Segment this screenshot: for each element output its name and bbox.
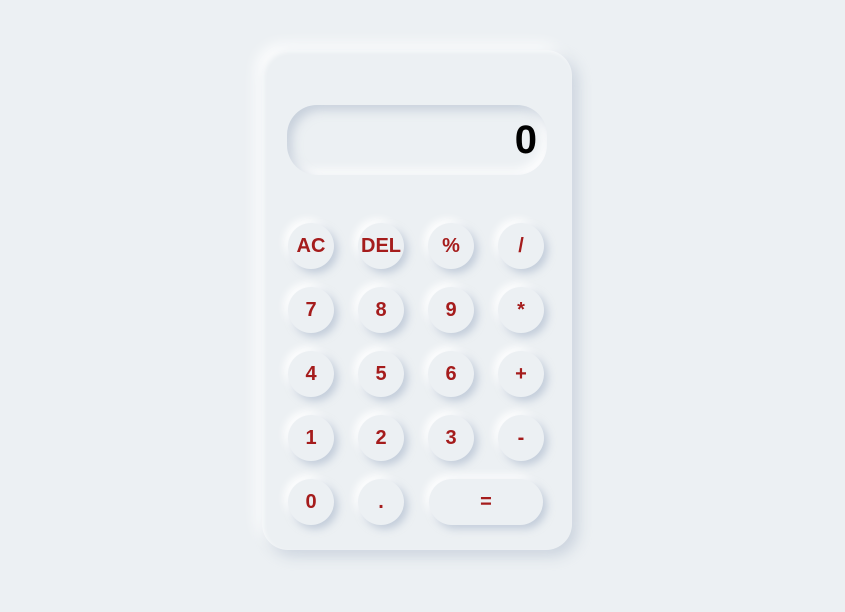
- all-clear-button[interactable]: AC: [288, 223, 334, 269]
- digit-7-button[interactable]: 7: [288, 287, 334, 333]
- calculator-body: 0 AC DEL % / 7 8 9 * 4 5 6 + 1 2 3 - 0 .…: [262, 50, 572, 550]
- calculator-display: 0: [287, 105, 547, 175]
- divide-button[interactable]: /: [498, 223, 544, 269]
- multiply-button[interactable]: *: [498, 287, 544, 333]
- decimal-button[interactable]: .: [358, 479, 404, 525]
- digit-1-button[interactable]: 1: [288, 415, 334, 461]
- digit-0-button[interactable]: 0: [288, 479, 334, 525]
- digit-9-button[interactable]: 9: [428, 287, 474, 333]
- minus-button[interactable]: -: [498, 415, 544, 461]
- equals-button[interactable]: =: [429, 479, 543, 525]
- plus-button[interactable]: +: [498, 351, 544, 397]
- digit-3-button[interactable]: 3: [428, 415, 474, 461]
- digit-4-button[interactable]: 4: [288, 351, 334, 397]
- display-value: 0: [514, 117, 537, 162]
- digit-5-button[interactable]: 5: [358, 351, 404, 397]
- digit-6-button[interactable]: 6: [428, 351, 474, 397]
- digit-2-button[interactable]: 2: [358, 415, 404, 461]
- digit-8-button[interactable]: 8: [358, 287, 404, 333]
- delete-button[interactable]: DEL: [358, 223, 404, 269]
- percent-button[interactable]: %: [428, 223, 474, 269]
